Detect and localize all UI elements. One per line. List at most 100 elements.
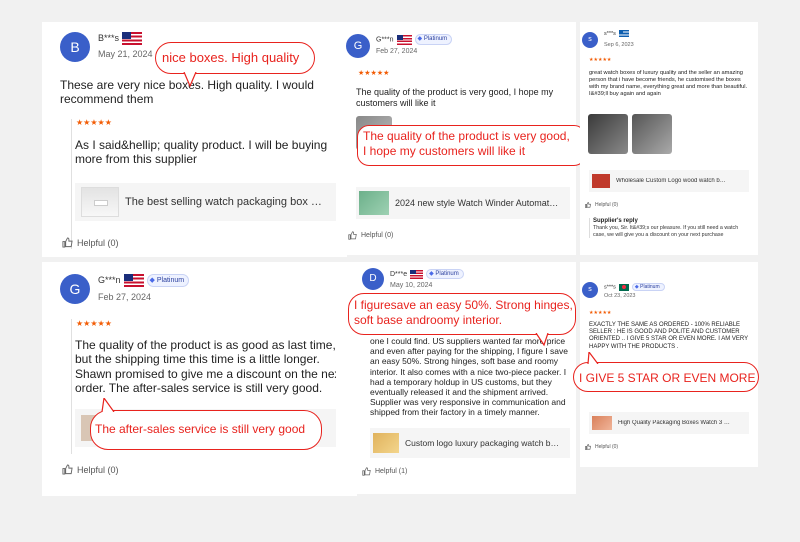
reviewer-name: G***n ◆ Platinum [98, 274, 190, 287]
helpful-label: Helpful (0) [595, 202, 619, 208]
supplier-reply-title: Supplier's reply [593, 218, 638, 224]
avatar: s [582, 282, 598, 298]
helpful-button[interactable]: Helpful (1) [362, 467, 407, 476]
product-link[interactable]: 2024 new style Watch Winder Automat… [356, 187, 570, 219]
annotation-text: The after-sales service is still very go… [95, 422, 306, 436]
rating-stars: ★★★★★ [76, 319, 112, 328]
annotation-bubble: I GIVE 5 STAR OR EVEN MORE [573, 362, 759, 392]
reviewer-name: s***s ◆ Platinum [604, 283, 665, 291]
rating-stars: ★★★★★ [358, 70, 390, 77]
review-followup-text: As I said&hellip; quality product. I wil… [75, 138, 328, 167]
product-thumbnail [81, 187, 119, 217]
product-link[interactable]: Custom logo luxury packaging watch b… [370, 428, 570, 458]
rating-stars: ★★★★★ [589, 57, 612, 63]
reviewer-name-text: D***e [390, 270, 408, 278]
reviewer-name: s***s [604, 30, 629, 37]
supplier-reply: Supplier's reply Thank you, Sir. It&#39;… [589, 218, 751, 239]
platinum-badge: ◆ Platinum [146, 274, 190, 287]
thumbs-up-icon [62, 464, 73, 475]
thumbs-up-icon [62, 237, 73, 248]
review-date: May 10, 2024 [390, 282, 433, 289]
annotation-text: nice boxes. High quality [162, 50, 300, 65]
thumbs-up-icon [348, 231, 357, 240]
rating-stars: ★★★★★ [589, 310, 612, 316]
review-text: The quality of the product is very good,… [356, 87, 554, 108]
annotation-text-line-1: I figuresave an easy 50%. Strong hinges, [354, 298, 573, 312]
platinum-badge: ◆ Platinum [414, 34, 453, 45]
reviewer-name-text: s***s [604, 30, 616, 37]
reviewer-name: D***e ◆ Platinum [390, 269, 464, 279]
review-date: Feb 27, 2024 [376, 48, 418, 55]
thumbs-up-icon [585, 202, 591, 208]
helpful-button[interactable]: Helpful (0) [585, 202, 618, 208]
product-name: Custom logo luxury packaging watch b… [405, 438, 560, 448]
review-text: great watch boxes of luxury quality and … [589, 70, 748, 97]
annotation-bubble: I figuresave an easy 50%. Strong hinges,… [348, 293, 576, 335]
product-name: High Quality Packaging Boxes Watch 3 … [618, 420, 730, 426]
badge-label: Platinum [423, 36, 448, 42]
review-text: The quality of the product is as good as… [75, 338, 344, 396]
annotation-bubble: The after-sales service is still very go… [90, 410, 322, 450]
review-card-2: G G***n ◆ Platinum Feb 27, 2024 ★★★★★ The… [42, 262, 357, 496]
supplier-reply-text: Thank you, Sir. It&#39;s our pleasure. I… [593, 225, 739, 238]
product-thumbnail [373, 433, 399, 453]
annotation-text: I GIVE 5 STAR OR EVEN MORE [579, 371, 756, 385]
rating-stars: ★★★★★ [76, 118, 112, 127]
review-photo[interactable] [632, 114, 672, 154]
bubble-tail [535, 333, 549, 347]
review-text: one I could find. US suppliers wanted fa… [370, 336, 568, 418]
diamond-icon: ◆ [429, 271, 434, 277]
bubble-tail [587, 352, 599, 364]
product-name: 2024 new style Watch Winder Automat… [395, 198, 559, 208]
helpful-button[interactable]: Helpful (0) [62, 464, 119, 475]
product-thumbnail [592, 174, 610, 188]
helpful-label: Helpful (0) [77, 464, 119, 475]
helpful-button[interactable]: Helpful (0) [585, 444, 618, 450]
review-quote-block: ★★★★★ As I said&hellip; quality product.… [71, 118, 339, 249]
avatar: B [60, 32, 90, 62]
avatar: G [60, 274, 90, 304]
badge-label: Platinum [640, 284, 660, 290]
review-photo[interactable] [588, 114, 628, 154]
helpful-label: Helpful (0) [595, 444, 619, 450]
platinum-badge: ◆ Platinum [426, 269, 464, 279]
reviewer-name: B***s [98, 32, 143, 45]
avatar: D [362, 268, 384, 290]
helpful-label: Helpful (0) [361, 232, 394, 239]
badge-label: Platinum [435, 271, 459, 277]
product-link[interactable]: Wholesale Custom Logo wood watch b… [589, 170, 749, 192]
helpful-button[interactable]: Helpful (0) [348, 231, 393, 240]
helpful-button[interactable]: Helpful (0) [62, 237, 119, 248]
review-card-5: s s***s Sep 6, 2023 ★★★★★ great watch bo… [580, 22, 758, 255]
reviewer-name-text: s***s [604, 284, 616, 291]
review-date: May 21, 2024 [98, 49, 153, 59]
annotation-text-line-2: soft base androomy interior. [354, 313, 503, 327]
annotation-bubble: nice boxes. High quality [155, 42, 315, 74]
us-flag-icon [123, 274, 144, 287]
reviewer-name: G***n ◆ Platinum [376, 34, 453, 45]
reviewer-name-text: G***n [376, 36, 394, 44]
product-name: The best selling watch packaging box … [125, 196, 322, 208]
us-flag-icon [122, 32, 143, 45]
product-thumbnail [359, 191, 389, 215]
platinum-badge: ◆ Platinum [631, 283, 665, 291]
diamond-icon: ◆ [417, 36, 423, 42]
thumbs-up-icon [585, 444, 591, 450]
us-flag-icon [396, 34, 412, 45]
review-date: Oct 23, 2023 [604, 293, 636, 299]
bubble-tail [183, 72, 197, 88]
annotation-bubble: The quality of the product is very good,… [357, 125, 586, 166]
diamond-icon: ◆ [149, 277, 155, 284]
review-date: Feb 27, 2024 [98, 292, 152, 302]
annotation-text-line-1: The quality of the product is very good, [363, 129, 570, 143]
product-link[interactable]: The best selling watch packaging box … [75, 183, 339, 221]
helpful-label: Helpful (0) [77, 237, 119, 248]
helpful-label: Helpful (1) [375, 468, 408, 475]
bangladesh-flag-icon [618, 283, 629, 291]
avatar: G [346, 34, 370, 58]
greece-flag-icon [618, 30, 629, 37]
thumbs-up-icon [362, 467, 371, 476]
product-link[interactable]: High Quality Packaging Boxes Watch 3 … [589, 412, 749, 434]
us-flag-icon [410, 269, 424, 279]
bubble-tail [101, 398, 115, 412]
